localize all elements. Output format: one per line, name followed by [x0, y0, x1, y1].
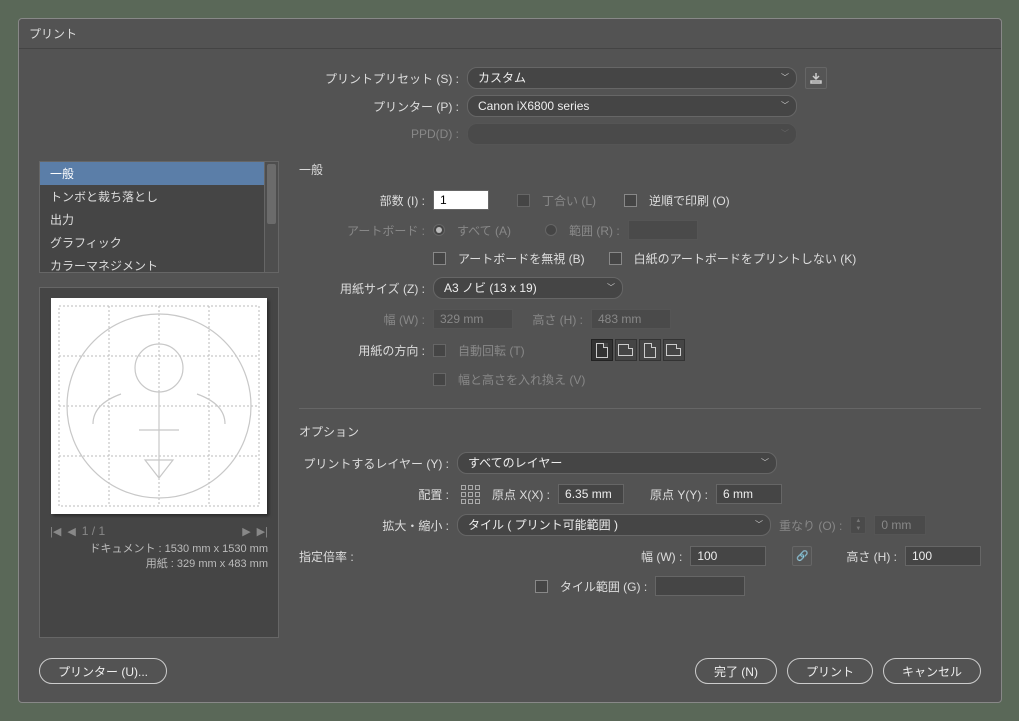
skip-blank-label: 白紙のアートボードをプリントしない (K) [634, 250, 857, 267]
ppd-label: PPD(D) : [39, 127, 459, 141]
preset-label: プリントプリセット (S) : [39, 70, 459, 87]
category-item-graphics[interactable]: グラフィック [40, 231, 264, 254]
origin-y-input[interactable] [716, 484, 782, 504]
collate-label: 丁合い (L) [542, 192, 596, 209]
preview-graphic [51, 298, 267, 514]
copies-input[interactable] [433, 190, 489, 210]
orient-label: 用紙の方向 : [299, 342, 425, 359]
done-button[interactable]: 完了 (N) [695, 658, 777, 684]
print-dialog: プリント プリントプリセット (S) : カスタム プリンター (P) : Ca… [18, 18, 1002, 703]
last-page-icon[interactable]: ▶| [257, 525, 268, 538]
ratio-label: 指定倍率 : [299, 548, 359, 565]
artboard-all-label: すべて (A) [457, 222, 511, 239]
save-preset-icon[interactable] [805, 67, 827, 89]
dialog-footer: プリンター (U)... 完了 (N) プリント キャンセル [19, 646, 1001, 702]
layers-select[interactable]: すべてのレイヤー [457, 452, 777, 474]
category-item-general[interactable]: 一般 [40, 162, 264, 185]
orient-portrait-up[interactable] [591, 339, 613, 361]
scale-select[interactable]: タイル ( プリント可能範囲 ) [457, 514, 771, 536]
printer-select[interactable]: Canon iX6800 series [467, 95, 797, 117]
category-item-color[interactable]: カラーマネジメント [40, 254, 264, 272]
origin-x-input[interactable] [558, 484, 624, 504]
printer-setup-button[interactable]: プリンター (U)... [39, 658, 167, 684]
top-settings: プリントプリセット (S) : カスタム プリンター (P) : Canon i… [39, 67, 981, 145]
origin-x-label: 原点 X(X) : [492, 486, 550, 503]
papersize-label: 用紙サイズ (Z) : [299, 280, 425, 297]
scale-height-input[interactable] [905, 546, 981, 566]
collate-checkbox [517, 194, 530, 207]
printer-label: プリンター (P) : [39, 98, 459, 115]
ppd-select [467, 123, 797, 145]
scale-height-label: 高さ (H) : [846, 548, 897, 565]
swap-wh-checkbox [433, 373, 446, 386]
preset-select[interactable]: カスタム [467, 67, 797, 89]
origin-y-label: 原点 Y(Y) : [650, 486, 708, 503]
scale-width-label: 幅 (W) : [641, 548, 682, 565]
preview-panel: |◀ ◀ 1 / 1 ▶ ▶| ドキュメント : 1530 mm x 1530 … [39, 287, 279, 638]
dialog-content: プリントプリセット (S) : カスタム プリンター (P) : Canon i… [19, 49, 1001, 646]
artboard-range-radio [545, 224, 557, 236]
dialog-title: プリント [19, 19, 1001, 49]
auto-rotate-checkbox [433, 344, 446, 357]
prev-page-icon[interactable]: ◀ [67, 525, 75, 538]
ignore-artboard-label: アートボードを無視 (B) [458, 250, 585, 267]
overlap-label: 重なり (O) : [779, 517, 842, 534]
right-column: 一般 部数 (I) : 丁合い (L) 逆順で印刷 (O) アートボード : す… [299, 161, 981, 638]
orientation-group [591, 339, 685, 361]
reverse-checkbox[interactable] [624, 194, 637, 207]
preview-size-info: ドキュメント : 1530 mm x 1530 mm 用紙 : 329 mm x… [50, 542, 268, 573]
general-section-title: 一般 [299, 161, 981, 178]
print-button[interactable]: プリント [787, 658, 873, 684]
paperheight-label: 高さ (H) : [521, 311, 583, 328]
preview-artboard [51, 298, 267, 514]
category-item-marks[interactable]: トンボと裁ち落とし [40, 185, 264, 208]
artboard-range-label: 範囲 (R) : [569, 222, 620, 239]
layers-label: プリントするレイヤー (Y) : [299, 455, 449, 472]
page-indicator: 1 / 1 [82, 524, 105, 538]
cancel-button[interactable]: キャンセル [883, 658, 981, 684]
orient-landscape-left[interactable] [615, 339, 637, 361]
preview-nav: |◀ ◀ 1 / 1 ▶ ▶| [50, 524, 268, 538]
tilerange-checkbox[interactable] [535, 580, 548, 593]
paperwidth-label: 幅 (W) : [299, 311, 425, 328]
ignore-artboard-checkbox[interactable] [433, 252, 446, 265]
overlap-input [874, 515, 926, 535]
paperheight-input [591, 309, 671, 329]
category-item-output[interactable]: 出力 [40, 208, 264, 231]
overlap-stepper: ▲▼ [850, 516, 866, 534]
placement-label: 配置 : [299, 486, 449, 503]
auto-rotate-label: 自動回転 (T) [458, 342, 525, 359]
orient-portrait-down[interactable] [639, 339, 661, 361]
paperwidth-input [433, 309, 513, 329]
scale-width-input[interactable] [690, 546, 766, 566]
options-section-title: オプション [299, 423, 981, 440]
copies-label: 部数 (I) : [299, 192, 425, 209]
orient-landscape-right[interactable] [663, 339, 685, 361]
link-wh-icon[interactable]: 🔗 [792, 546, 812, 566]
category-list[interactable]: 一般 トンボと裁ち落とし 出力 グラフィック カラーマネジメント [39, 161, 279, 273]
artboard-label: アートボード : [299, 222, 425, 239]
artboard-range-input [628, 220, 698, 240]
swap-wh-label: 幅と高さを入れ換え (V) [458, 371, 585, 388]
artboard-all-radio [433, 224, 445, 236]
placement-grid-icon[interactable] [461, 485, 480, 504]
tilerange-input[interactable] [655, 576, 745, 596]
tilerange-label: タイル範囲 (G) : [560, 578, 647, 595]
left-column: 一般 トンボと裁ち落とし 出力 グラフィック カラーマネジメント [39, 161, 279, 638]
papersize-select[interactable]: A3 ノビ (13 x 19) [433, 277, 623, 299]
scale-label: 拡大・縮小 : [299, 517, 449, 534]
reverse-label: 逆順で印刷 (O) [649, 192, 730, 209]
category-scrollbar[interactable] [264, 162, 278, 272]
first-page-icon[interactable]: |◀ [50, 525, 61, 538]
section-divider [299, 408, 981, 409]
next-page-icon[interactable]: ▶ [242, 525, 250, 538]
skip-blank-checkbox[interactable] [609, 252, 622, 265]
